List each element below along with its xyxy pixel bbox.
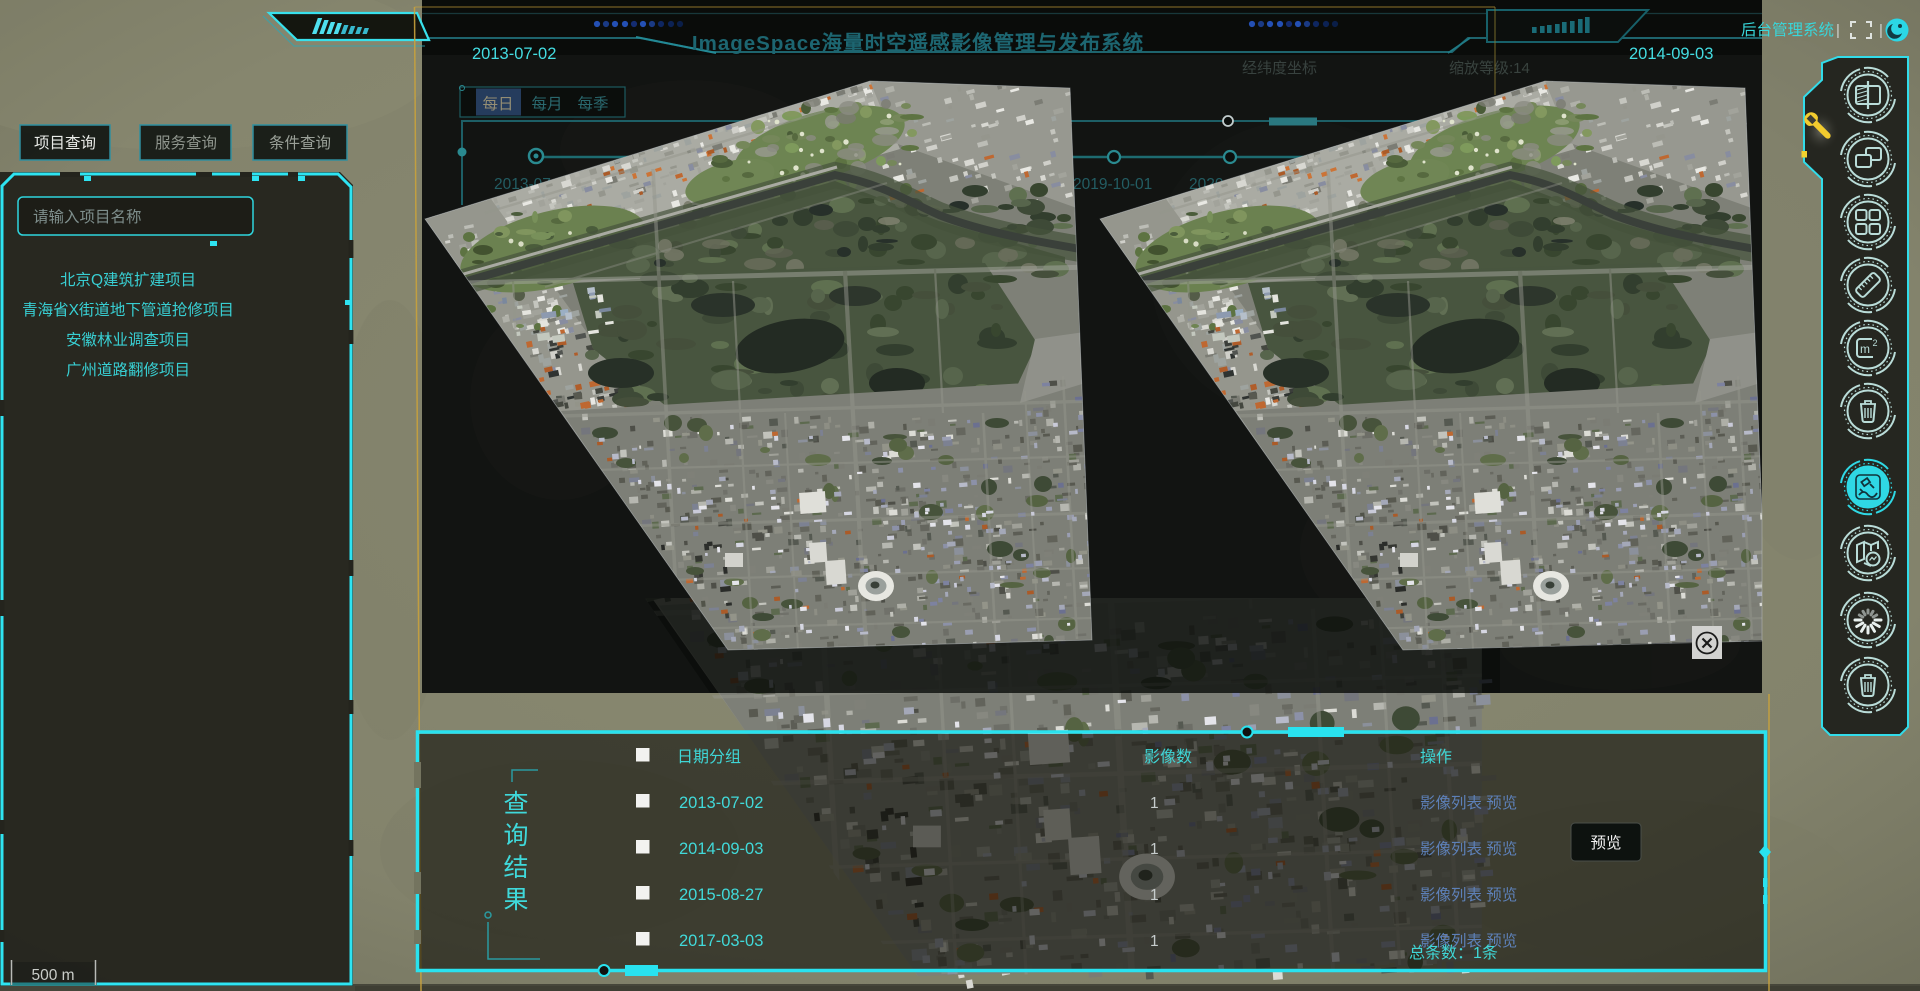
svg-text:每月: 每月: [531, 95, 562, 113]
svg-text:影像数: 影像数: [1144, 748, 1192, 766]
svg-text:2013-07-02: 2013-07-02: [472, 45, 556, 63]
svg-text:|: |: [1879, 22, 1883, 39]
svg-text:1: 1: [1150, 841, 1159, 858]
svg-text:青海省X街道地下管道抢修项目: 青海省X街道地下管道抢修项目: [22, 301, 234, 319]
svg-text:北京Q建筑扩建项目: 北京Q建筑扩建项目: [60, 271, 196, 289]
svg-text:果: 果: [503, 886, 528, 914]
svg-text:预览: 预览: [1590, 834, 1621, 852]
svg-text:2017-03-03: 2017-03-03: [679, 932, 763, 950]
svg-text:查: 查: [503, 790, 528, 818]
svg-text:安徽林业调查项目: 安徽林业调查项目: [66, 331, 190, 349]
svg-text:2019-10-01: 2019-10-01: [1073, 176, 1152, 193]
svg-text:1: 1: [1150, 933, 1159, 950]
svg-text:经纬度坐标: 经纬度坐标: [1242, 60, 1317, 77]
svg-text:后台管理系统: 后台管理系统: [1741, 21, 1834, 39]
svg-text:1: 1: [1150, 795, 1159, 812]
svg-text:|: |: [1836, 22, 1840, 39]
svg-text:服务查询: 服务查询: [155, 134, 217, 152]
svg-text:影像列表 预览: 影像列表 预览: [1420, 886, 1517, 904]
svg-text:1: 1: [1150, 887, 1159, 904]
svg-text:缩放等级:14: 缩放等级:14: [1449, 59, 1530, 77]
svg-text:2: 2: [1872, 338, 1877, 348]
svg-text:2014-09-03: 2014-09-03: [1629, 45, 1713, 63]
svg-text:2014-09-03: 2014-09-03: [679, 840, 763, 858]
svg-text:请输入项目名称: 请输入项目名称: [33, 208, 142, 226]
svg-text:每季: 每季: [577, 95, 608, 113]
svg-text:影像列表 预览: 影像列表 预览: [1420, 794, 1517, 812]
svg-text:每日: 每日: [482, 95, 513, 113]
svg-text:500 m: 500 m: [31, 967, 74, 984]
svg-text:询: 询: [503, 822, 528, 850]
svg-text:广州道路翻修项目: 广州道路翻修项目: [66, 361, 190, 379]
svg-text:ImageSpace海量时空遥感影像管理与发布系统: ImageSpace海量时空遥感影像管理与发布系统: [692, 31, 1144, 55]
svg-text:操作: 操作: [1420, 748, 1452, 766]
svg-text:条件查询: 条件查询: [269, 134, 331, 152]
svg-text:影像列表 预览: 影像列表 预览: [1420, 840, 1517, 858]
svg-text:总条数：1条: 总条数：1条: [1409, 944, 1498, 962]
svg-text:结: 结: [503, 854, 528, 882]
svg-text:2015-08-27: 2015-08-27: [679, 886, 763, 904]
svg-text:2013-07-02: 2013-07-02: [679, 794, 763, 812]
svg-text:m: m: [1860, 342, 1870, 356]
svg-text:项目查询: 项目查询: [34, 134, 96, 152]
svg-text:日期分组: 日期分组: [677, 748, 741, 766]
